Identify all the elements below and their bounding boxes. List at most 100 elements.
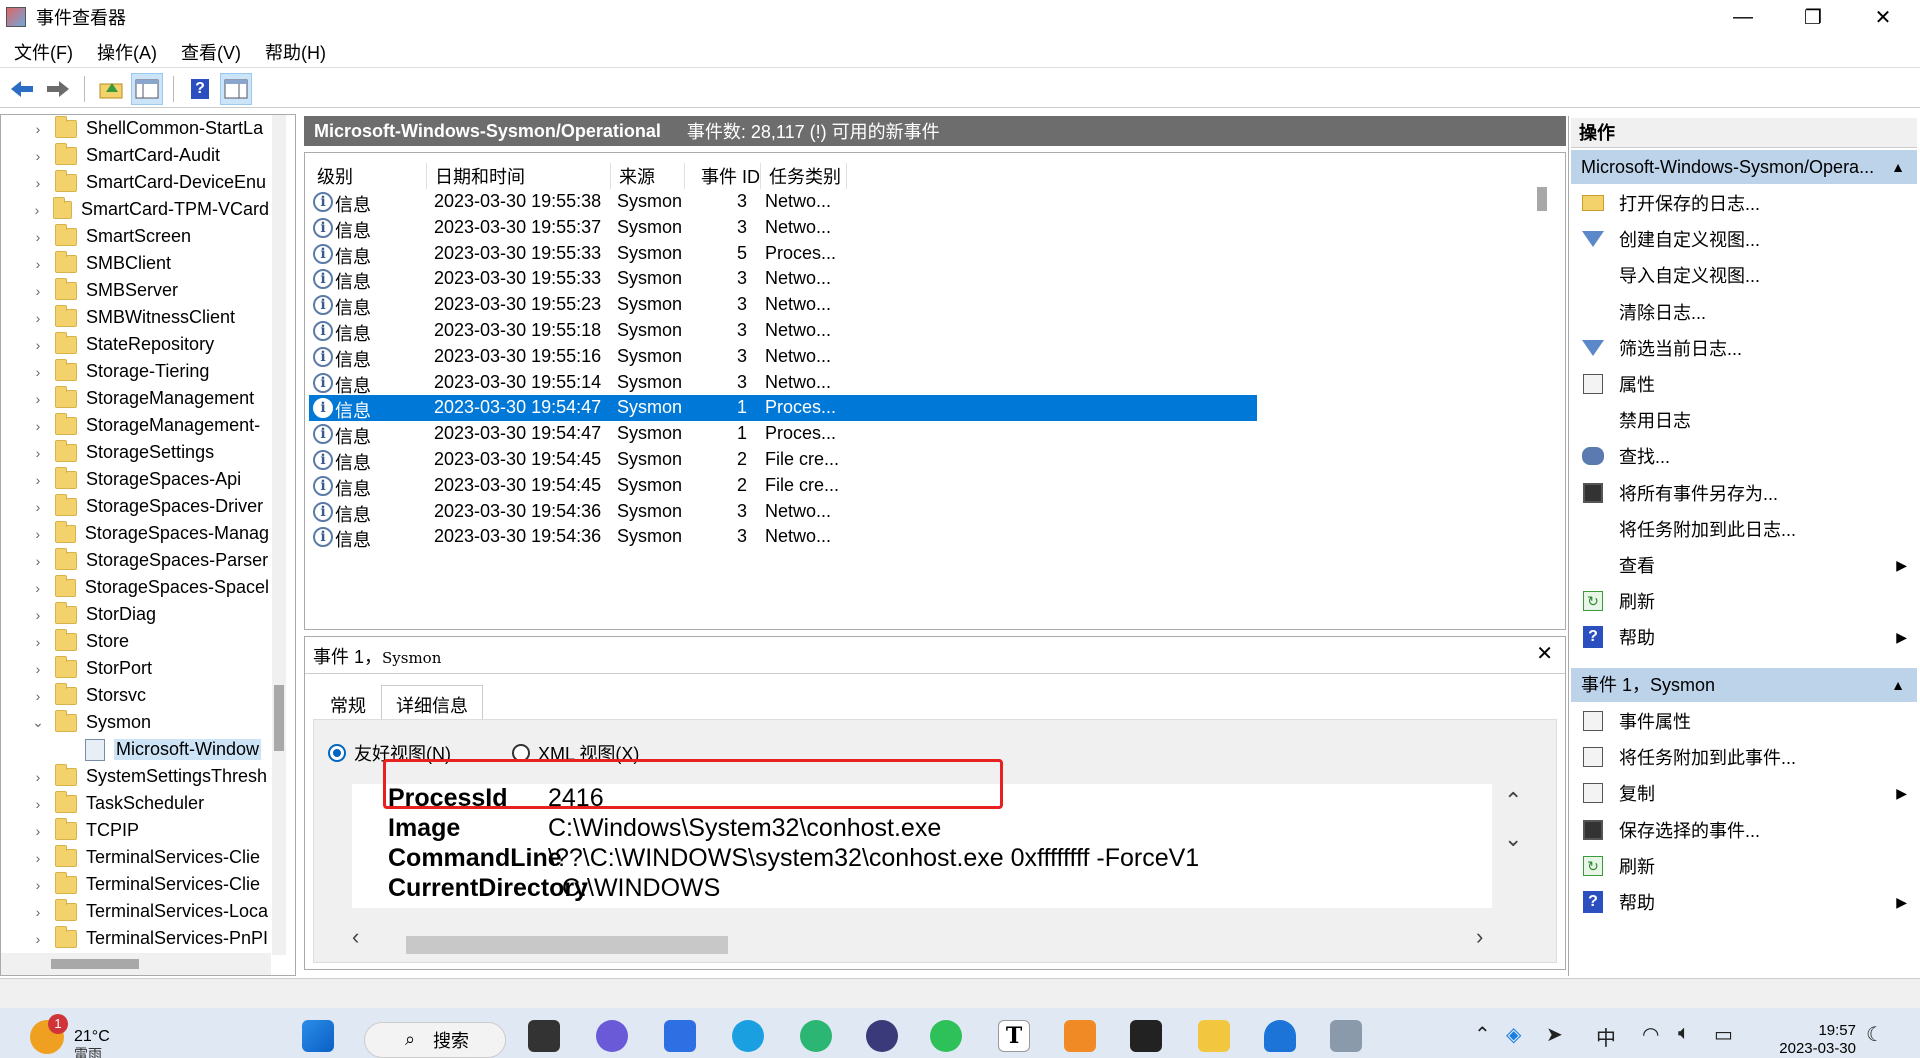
tree-item[interactable]: › StateRepository (1, 331, 269, 358)
tree-item[interactable]: › SmartScreen (1, 223, 269, 250)
scroll-left-icon[interactable]: ‹ (352, 924, 359, 950)
event-row[interactable]: i 信息 2023-03-30 19:55:33 Sysmon 3 Netwo... (309, 266, 1257, 292)
terminal-icon[interactable] (1130, 1020, 1162, 1052)
tree-item[interactable]: › SMBWitnessClient (1, 304, 269, 331)
chevron-right-icon[interactable]: › (31, 580, 45, 596)
chevron-right-icon[interactable]: › (31, 796, 45, 812)
action-item[interactable]: 打开保存的日志... (1571, 186, 1917, 220)
menu-help[interactable]: 帮助(H) (253, 39, 338, 65)
chevron-right-icon[interactable]: › (31, 769, 45, 785)
chevron-right-icon[interactable]: › (31, 202, 43, 218)
action-item[interactable]: 事件属性 (1571, 704, 1917, 738)
weather-widget[interactable]: 1 21°C 雷雨 (30, 1014, 110, 1058)
action-item[interactable]: 查看 ▶ (1571, 548, 1917, 582)
wifi-icon[interactable]: ◠ (1642, 1022, 1659, 1047)
chevron-right-icon[interactable]: › (31, 931, 45, 947)
event-row[interactable]: i 信息 2023-03-30 19:55:14 Sysmon 3 Netwo... (309, 370, 1257, 396)
tree-item[interactable]: › SystemSettingsThresh (1, 763, 269, 790)
chevron-right-icon[interactable]: › (31, 283, 45, 299)
console-tree[interactable]: › ShellCommon-StartLa › SmartCard-Audit › Sma… (0, 114, 296, 976)
chevron-right-icon[interactable]: › (31, 499, 45, 515)
file-explorer-icon[interactable] (1198, 1020, 1230, 1052)
column-datetime[interactable]: 日期和时间 (427, 163, 611, 189)
start-icon[interactable] (302, 1020, 334, 1052)
tree-item[interactable]: › SmartCard-TPM-VCard (1, 196, 269, 223)
battery-icon[interactable]: ▭ (1714, 1022, 1733, 1047)
tree-item[interactable]: › StorageSpaces-Driver (1, 493, 269, 520)
chevron-right-icon[interactable]: › (31, 823, 45, 839)
actions-section-log[interactable]: Microsoft-Windows-Sysmon/Opera... ▲ (1571, 150, 1917, 184)
collapse-caret-icon[interactable]: ▲ (1891, 150, 1905, 184)
event-row[interactable]: i 信息 2023-03-30 19:55:18 Sysmon 3 Netwo... (309, 318, 1257, 344)
menu-file[interactable]: 文件(F) (0, 39, 85, 65)
action-item[interactable]: 清除日志... (1571, 295, 1917, 329)
tree-item[interactable]: › StorageManagement (1, 385, 269, 412)
tree-item[interactable]: › TerminalServices-Clie (1, 844, 269, 871)
event-row[interactable]: i 信息 2023-03-30 19:54:36 Sysmon 3 Netwo... (309, 499, 1257, 525)
minimize-button[interactable]: — (1708, 0, 1778, 34)
chevron-right-icon[interactable]: › (31, 337, 45, 353)
show-hide-action-pane-icon[interactable] (220, 72, 252, 105)
action-item[interactable]: 查找... (1571, 439, 1917, 473)
chevron-right-icon[interactable]: › (31, 364, 45, 380)
action-item[interactable]: 将所有事件另存为... (1571, 476, 1917, 510)
tree-item[interactable]: › TaskScheduler (1, 790, 269, 817)
event-row[interactable]: i 信息 2023-03-30 19:55:37 Sysmon 3 Netwo... (309, 215, 1257, 241)
sandbox-icon[interactable] (1064, 1020, 1096, 1052)
tree-item[interactable]: › Store (1, 628, 269, 655)
tree-item[interactable]: › ShellCommon-StartLa (1, 115, 269, 142)
word-like-app-icon[interactable] (664, 1020, 696, 1052)
action-item[interactable]: 创建自定义视图... (1571, 222, 1917, 256)
maximize-button[interactable]: ❐ (1778, 0, 1848, 34)
event-row[interactable]: i 信息 2023-03-30 19:54:45 Sysmon 2 File cre... (309, 447, 1257, 473)
tree-item[interactable]: › StorageSpaces-Spacel (1, 574, 269, 601)
eclipse-icon[interactable] (866, 1020, 898, 1052)
tree-item[interactable]: › StorPort (1, 655, 269, 682)
column-source[interactable]: 来源 (611, 163, 685, 189)
tree-item[interactable]: › Storage-Tiering (1, 358, 269, 385)
action-item[interactable]: 将任务附加到此事件... (1571, 740, 1917, 774)
event-row[interactable]: i 信息 2023-03-30 19:55:23 Sysmon 3 Netwo... (309, 292, 1257, 318)
tree-horizontal-scrollbar[interactable] (1, 953, 271, 975)
tree-item[interactable]: › StorDiag (1, 601, 269, 628)
event-row-selected[interactable]: i 信息 2023-03-30 19:54:47 Sysmon 1 Proces... (309, 395, 1257, 421)
tree-item[interactable]: › TerminalServices-Loca (1, 898, 269, 925)
tree-item[interactable]: › TerminalServices-PnPI (1, 925, 269, 952)
column-event-id[interactable]: 事件 ID (685, 163, 761, 189)
tree-item[interactable]: › StorageSettings (1, 439, 269, 466)
scroll-right-icon[interactable]: › (1476, 924, 1483, 950)
event-list-scrollbar[interactable] (1533, 173, 1551, 629)
show-hide-console-tree-icon[interactable] (131, 72, 163, 105)
column-task-category[interactable]: 任务类别 (761, 163, 847, 189)
tree-item[interactable]: › StorageManagement- (1, 412, 269, 439)
chevron-right-icon[interactable]: › (31, 391, 45, 407)
menu-action[interactable]: 操作(A) (85, 39, 169, 65)
chevron-down-icon[interactable]: ⌄ (31, 714, 45, 731)
tree-item[interactable]: › StorageSpaces-Parser (1, 547, 269, 574)
event-row[interactable]: i 信息 2023-03-30 19:54:47 Sysmon 1 Proces... (309, 421, 1257, 447)
action-item[interactable]: 导入自定义视图... (1571, 258, 1917, 292)
event-row[interactable]: i 信息 2023-03-30 19:55:33 Sysmon 5 Proces... (309, 241, 1257, 267)
action-item[interactable]: 筛选当前日志... (1571, 331, 1917, 365)
chevron-right-icon[interactable]: › (31, 904, 45, 920)
edge-dev-icon[interactable] (800, 1020, 832, 1052)
tree-item[interactable]: › StorageSpaces-Api (1, 466, 269, 493)
clock[interactable]: 19:57 2023-03-30 (1766, 1022, 1856, 1058)
collapse-caret-icon[interactable]: ▲ (1891, 668, 1905, 702)
actions-section-event[interactable]: 事件 1，Sysmon ▲ (1571, 668, 1917, 702)
chevron-right-icon[interactable]: › (31, 634, 45, 650)
teams-icon[interactable] (596, 1020, 628, 1052)
taskbar-search[interactable]: ⌕ 搜索 (364, 1022, 506, 1058)
action-item[interactable]: ? 帮助 ▶ (1571, 620, 1917, 654)
back-arrow-icon[interactable] (6, 73, 38, 105)
event-list[interactable]: 级别 日期和时间 来源 事件 ID 任务类别 i 信息 2023-03-30 19:… (304, 152, 1566, 630)
tree-item[interactable]: › SMBClient (1, 250, 269, 277)
action-item[interactable]: 将任务附加到此日志... (1571, 512, 1917, 546)
action-item[interactable]: 保存选择的事件... (1571, 813, 1917, 847)
volume-icon[interactable]: 🔈︎ (1678, 1022, 1690, 1045)
chevron-right-icon[interactable]: › (31, 661, 45, 677)
chevron-right-icon[interactable]: › (31, 607, 45, 623)
chevron-right-icon[interactable]: › (31, 445, 45, 461)
tree-item[interactable]: › SmartCard-DeviceEnu (1, 169, 269, 196)
typora-icon[interactable]: T (998, 1020, 1030, 1052)
